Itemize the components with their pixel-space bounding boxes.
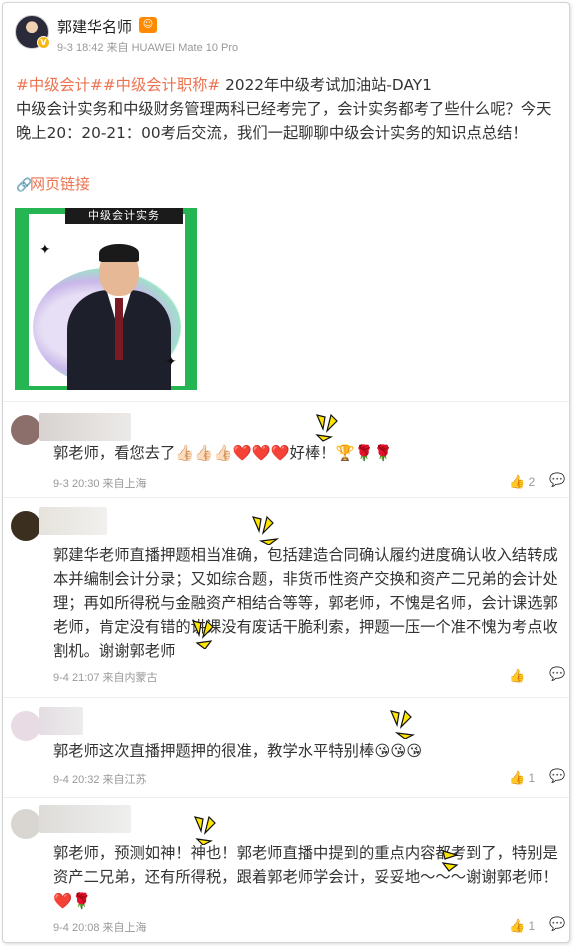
comment-text: 郭老师，看您去了👍🏻👍🏻👍🏻❤️❤️❤️好棒！🏆🌹🌹 [53,444,393,462]
commenter-avatar[interactable] [11,511,41,541]
sparkle-star-icon: ✦ [39,242,51,258]
commenter-name-blurred[interactable] [39,507,107,535]
thumbs-up-icon: 👍 [509,918,526,933]
reply-icon[interactable]: 💬 [549,667,565,682]
divider [3,401,569,402]
sparkle-star-icon: ✦ [165,354,177,370]
link-icon: 🔗 [16,178,33,193]
thumbs-up-icon: 👍 [509,474,526,489]
web-link-label: 网页链接 [30,175,91,193]
like-count: 2 [528,475,536,489]
highlight-sparkle-icon [251,515,279,545]
web-link[interactable]: 🔗网页链接 [16,173,90,194]
highlight-sparkle-icon [389,709,416,739]
verified-badge-icon: V [37,36,50,49]
commenter-name-blurred[interactable] [39,707,83,735]
teacher-hair [99,244,139,262]
hashtag-link[interactable]: #中级会计# [16,76,103,94]
comment-item: 郭老师这次直播押题押的很准，教学水平特别棒😘😘😘 9-4 20:32 来自江苏 … [3,697,569,797]
reply-icon[interactable]: 💬 [549,769,565,784]
comment-meta: 9-4 20:08 来自上海 [53,922,147,934]
comment-text: 郭建华老师直播押题相当准确，包括建造合同确认履约进度确认收入结转成本并编制会计分… [53,546,558,660]
post-body: #中级会计##中级会计职称# 2022年中级考试加油站-DAY1 中级会计实务和… [16,73,564,145]
comment-meta: 9-3 20:30 来自上海 [53,478,147,490]
thumbs-up-icon: 👍 [509,668,526,683]
author-name[interactable]: 郭建华名师 [57,16,132,37]
highlight-sparkle-icon [315,413,338,442]
comment-item: 郭老师，预测如神！神也！郭老师直播中提到的重点内容都考到了，特别是资产二兄弟，还… [3,797,569,942]
highlight-sparkle-icon [441,850,460,872]
vip-badge-icon[interactable]: ☺ [139,17,157,33]
image-banner: 中级会计实务 [65,208,183,224]
comment-meta: 9-4 21:07 来自内蒙古 [53,672,158,684]
commenter-avatar[interactable] [11,415,41,445]
highlight-sparkle-icon [193,815,216,845]
like-button[interactable]: 👍 1 [509,918,535,934]
like-count: 1 [528,771,536,785]
weibo-post-card: V 郭建华名师 ☺ 9-3 18:42 来自 HUAWEI Mate 10 Pr… [2,2,570,943]
post-text: 中级会计实务和中级财务管理两科已经考完了，会计实务都考了些什么呢？今天晚上20：… [16,100,552,142]
commenter-avatar[interactable] [11,809,41,839]
post-header: V 郭建华名师 ☺ 9-3 18:42 来自 HUAWEI Mate 10 Pr… [13,13,553,57]
commenter-name-blurred[interactable] [39,805,131,833]
commenter-name-blurred[interactable] [39,413,131,441]
teacher-tie [115,298,123,360]
thumbs-up-icon: 👍 [509,770,526,785]
like-button[interactable]: 👍 1 [509,770,535,786]
like-button[interactable]: 👍 2 [509,474,535,490]
post-headline: 2022年中级考试加油站-DAY1 [220,76,432,94]
comment-item: 郭建华老师直播押题相当准确，包括建造合同确认履约进度确认收入结转成本并编制会计分… [3,497,569,697]
commenter-avatar[interactable] [11,711,41,741]
comment-text: 郭老师这次直播押题押的很准，教学水平特别棒😘😘😘 [53,742,423,760]
hashtag-link[interactable]: #中级会计职称# [103,76,220,94]
comment-meta: 9-4 20:32 来自江苏 [53,774,147,786]
post-meta: 9-3 18:42 来自 HUAWEI Mate 10 Pro [57,42,239,54]
comment-item: 郭老师，看您去了👍🏻👍🏻👍🏻❤️❤️❤️好棒！🏆🌹🌹 9-3 20:30 来自上… [3,403,569,497]
post-image[interactable]: 中级会计实务 ✦ ✦ [15,208,197,390]
comment-text: 郭老师，预测如神！神也！郭老师直播中提到的重点内容都考到了，特别是资产二兄弟，还… [53,844,558,910]
reply-icon[interactable]: 💬 [549,917,565,932]
like-count: 1 [528,919,536,933]
like-button[interactable]: 👍 [509,668,525,684]
reply-icon[interactable]: 💬 [549,473,565,488]
highlight-sparkle-icon [191,619,214,649]
